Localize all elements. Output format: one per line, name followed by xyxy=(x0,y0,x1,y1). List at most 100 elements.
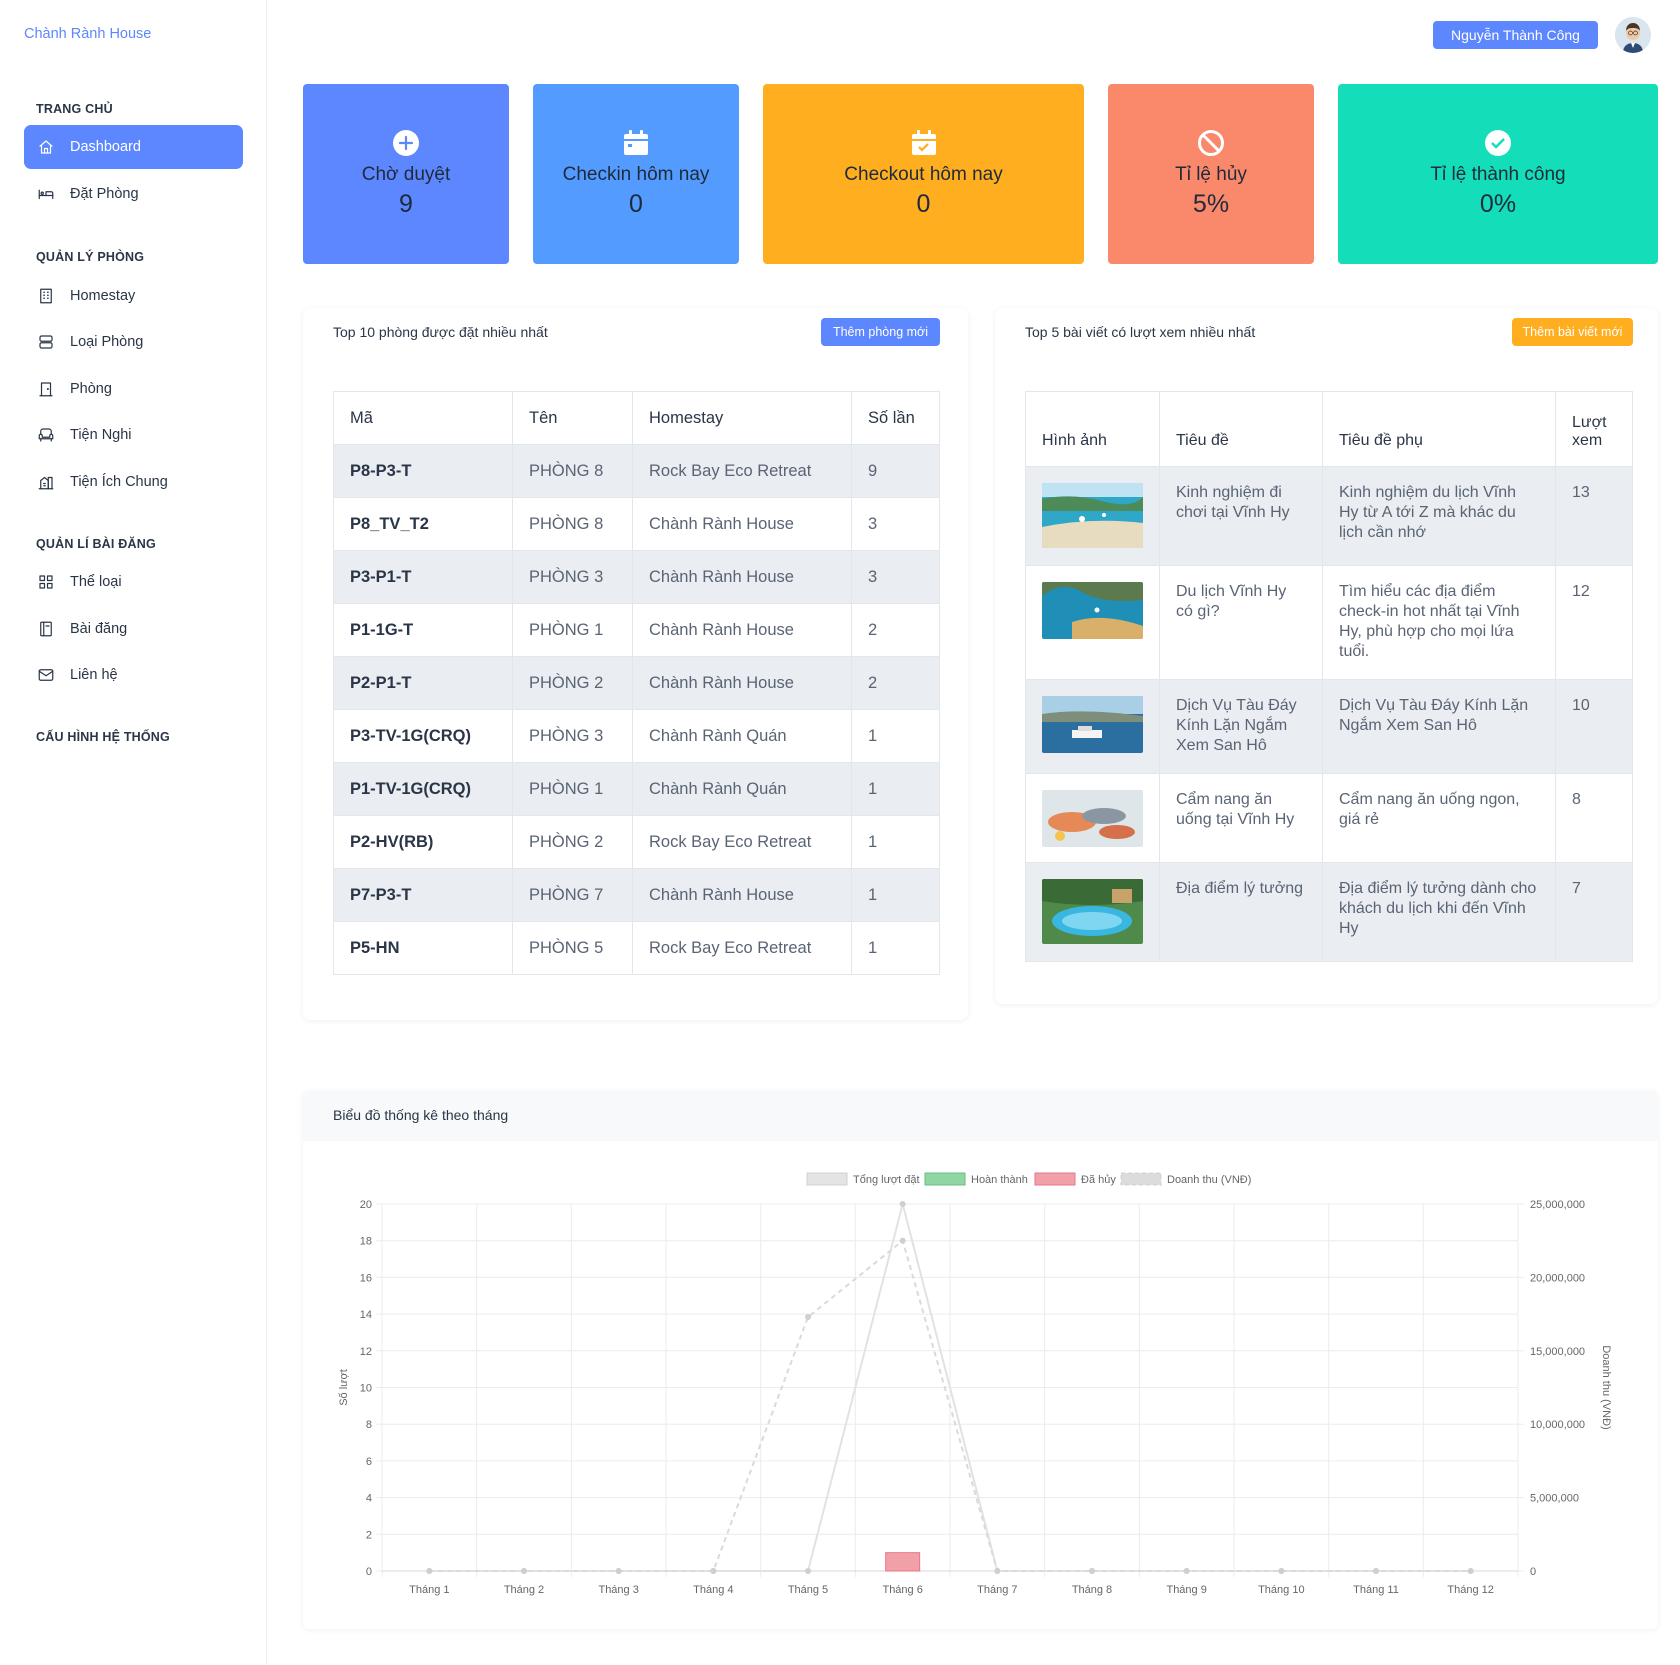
section-title-posts: QUẢN LÍ BÀI ĐĂNG xyxy=(36,537,156,551)
avatar[interactable] xyxy=(1615,17,1651,53)
post-views: 13 xyxy=(1555,466,1633,566)
x-tick-label: Tháng 11 xyxy=(1353,1584,1399,1596)
x-tick-label: Tháng 6 xyxy=(882,1584,922,1596)
sidebar-item-booking[interactable]: Đặt Phòng xyxy=(24,172,243,216)
room-homestay: Rock Bay Eco Retreat xyxy=(632,815,852,869)
room-homestay: Chành Rành Quán xyxy=(632,709,852,763)
table-row: Địa điểm lý tưởng Địa điểm lý tưởng dành… xyxy=(1025,862,1633,962)
stat-card-checkin[interactable]: Checkin hôm nay 0 xyxy=(533,84,739,264)
x-tick-label: Tháng 10 xyxy=(1258,1584,1304,1596)
stat-label: Tỉ lệ hủy xyxy=(1175,164,1247,185)
sidebar-item-room[interactable]: Phòng xyxy=(24,367,243,411)
room-name: PHÒNG 7 xyxy=(512,868,633,922)
point-Tổng lượt đặt xyxy=(899,1201,906,1207)
brand-logo[interactable]: Chành Rành House xyxy=(24,26,151,42)
room-name: PHÒNG 8 xyxy=(512,497,633,551)
post-subtitle: Dịch Vụ Tàu Đáy Kính Lặn Ngắm Xem San Hô xyxy=(1322,679,1556,774)
building-community-icon xyxy=(36,472,56,492)
user-name-button[interactable]: Nguyễn Thành Công xyxy=(1433,21,1598,49)
room-code: P5-HN xyxy=(333,921,513,975)
x-tick-label: Tháng 3 xyxy=(598,1584,638,1596)
sidebar-item-contact[interactable]: Liên hệ xyxy=(24,653,243,697)
stat-card-success-rate[interactable]: Tỉ lệ thành công 0% xyxy=(1338,84,1658,264)
post-thumbnail[interactable] xyxy=(1042,790,1143,847)
x-tick-label: Tháng 9 xyxy=(1166,1584,1206,1596)
room-count: 1 xyxy=(851,762,940,816)
sidebar-item-posts[interactable]: Bài đăng xyxy=(24,607,243,651)
post-thumbnail[interactable] xyxy=(1042,483,1143,548)
stat-value: 9 xyxy=(399,190,413,218)
room-name: PHÒNG 1 xyxy=(512,603,633,657)
top-rooms-card: Top 10 phòng được đặt nhiều nhất Thêm ph… xyxy=(303,308,968,1020)
sidebar-item-dashboard[interactable]: Dashboard xyxy=(24,125,243,169)
stat-card-checkout[interactable]: Checkout hôm nay 0 xyxy=(763,84,1084,264)
room-code: P7-P3-T xyxy=(333,868,513,922)
sidebar-item-homestay[interactable]: Homestay xyxy=(24,274,243,318)
calendar-icon xyxy=(621,128,651,158)
x-tick-label: Tháng 8 xyxy=(1072,1584,1112,1596)
add-room-button[interactable]: Thêm phòng mới xyxy=(821,318,940,346)
top-posts-table: Hình ảnh Tiêu đề Tiêu đề phụ Lượt xem Ki… xyxy=(1025,391,1633,962)
post-image-cell xyxy=(1025,565,1160,680)
post-title: Kinh nghiệm đi chơi tại Vĩnh Hy xyxy=(1159,466,1323,566)
y2-axis-title: Doanh thu (VNĐ) xyxy=(1600,1345,1612,1429)
monthly-chart-card: Biểu đồ thống kê theo tháng 0 2 4 6 8 10 12 14 1… xyxy=(303,1091,1658,1629)
sidebar-item-label: Tiện Nghi xyxy=(70,427,132,443)
room-count: 3 xyxy=(851,550,940,604)
check-circle-icon xyxy=(1483,128,1513,158)
sidebar-item-room-type[interactable]: Loại Phòng xyxy=(24,320,243,364)
room-code: P1-TV-1G(CRQ) xyxy=(333,762,513,816)
sidebar-item-common-utilities[interactable]: Tiện Ích Chung xyxy=(24,460,243,504)
y2-tick-label: 25,000,000 xyxy=(1530,1199,1585,1211)
sidebar-item-label: Liên hệ xyxy=(70,667,118,683)
table-row: P5-HN PHÒNG 5 Rock Bay Eco Retreat 1 xyxy=(333,921,940,975)
table-row: Du lịch Vĩnh Hy có gì? Tìm hiểu các địa … xyxy=(1025,565,1633,680)
column-header: Mã xyxy=(333,391,513,445)
column-header: Số lần xyxy=(851,391,940,445)
legend-swatch xyxy=(924,1172,966,1186)
column-header: Lượt xem xyxy=(1555,391,1633,467)
column-header: Tiêu đề xyxy=(1159,391,1323,467)
post-views: 7 xyxy=(1555,862,1633,962)
stat-card-pending[interactable]: Chờ duyệt 9 xyxy=(303,84,509,264)
table-row: P1-TV-1G(CRQ) PHÒNG 1 Chành Rành Quán 1 xyxy=(333,762,940,816)
calendar-check-icon xyxy=(909,128,939,158)
point-Doanh thu (VNĐ) xyxy=(426,1568,433,1574)
room-homestay: Rock Bay Eco Retreat xyxy=(632,921,852,975)
post-title: Địa điểm lý tưởng xyxy=(1159,862,1323,962)
room-name: PHÒNG 5 xyxy=(512,921,633,975)
column-header: Tên xyxy=(512,391,633,445)
table-row: Dịch Vụ Tàu Đáy Kính Lặn Ngắm Xem San Hô… xyxy=(1025,679,1633,774)
sidebar-item-amenities[interactable]: Tiện Nghi xyxy=(24,413,243,457)
sidebar-item-label: Homestay xyxy=(70,288,136,304)
room-code: P1-1G-T xyxy=(333,603,513,657)
sidebar-item-label: Đặt Phòng xyxy=(70,186,139,202)
table-row: P3-P1-T PHÒNG 3 Chành Rành House 3 xyxy=(333,550,940,604)
table-row: Kinh nghiệm đi chơi tại Vĩnh Hy Kinh ngh… xyxy=(1025,466,1633,566)
x-tick-label: Tháng 5 xyxy=(788,1584,828,1596)
legend-label: Tổng lượt đặt xyxy=(853,1174,920,1186)
stat-label: Checkout hôm nay xyxy=(844,164,1003,185)
post-thumbnail[interactable] xyxy=(1042,696,1143,753)
room-name: PHÒNG 1 xyxy=(512,762,633,816)
point-Doanh thu (VNĐ) xyxy=(805,1314,811,1321)
room-count: 1 xyxy=(851,709,940,763)
post-thumbnail[interactable] xyxy=(1042,879,1143,944)
add-post-button[interactable]: Thêm bài viết mới xyxy=(1512,318,1633,346)
y-tick-label: 4 xyxy=(366,1493,372,1505)
post-thumbnail[interactable] xyxy=(1042,582,1143,639)
door-icon xyxy=(36,379,56,399)
table-row: P7-P3-T PHÒNG 7 Chành Rành House 1 xyxy=(333,868,940,922)
point-Doanh thu (VNĐ) xyxy=(994,1568,1001,1574)
point-Doanh thu (VNĐ) xyxy=(615,1568,622,1574)
point-Doanh thu (VNĐ) xyxy=(1183,1568,1190,1574)
sidebar-item-label: Loại Phòng xyxy=(70,334,144,350)
room-count: 2 xyxy=(851,603,940,657)
sidebar-item-category[interactable]: Thể loại xyxy=(24,560,243,604)
post-views: 12 xyxy=(1555,565,1633,680)
stat-card-cancel-rate[interactable]: Tỉ lệ hủy 5% xyxy=(1108,84,1314,264)
x-tick-label: Tháng 1 xyxy=(409,1584,449,1596)
sidebar-item-label: Phòng xyxy=(70,381,112,397)
y-axis-title: Số lượt xyxy=(338,1369,350,1406)
section-title-settings[interactable]: CẤU HÌNH HỆ THỐNG xyxy=(36,730,170,744)
